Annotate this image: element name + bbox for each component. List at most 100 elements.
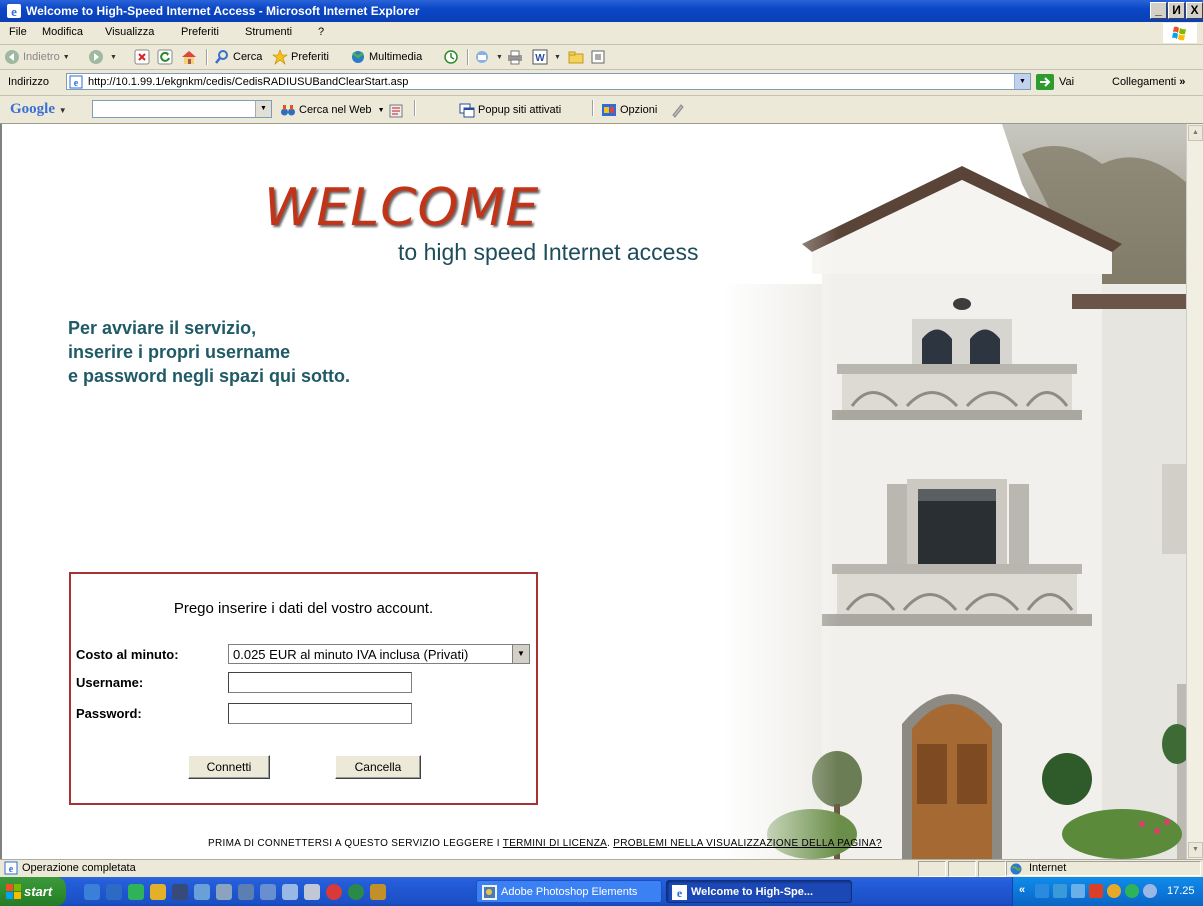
google-logo[interactable]: Google ▼ bbox=[10, 101, 67, 118]
address-input[interactable]: e http://10.1.99.1/ekgnkm/cedis/CedisRAD… bbox=[66, 73, 1031, 90]
mail-button[interactable]: ▼ bbox=[474, 48, 503, 66]
quicklaunch-cmd-icon[interactable] bbox=[172, 884, 188, 900]
security-zone[interactable]: Internet bbox=[1006, 861, 1201, 876]
print-icon[interactable] bbox=[506, 48, 524, 66]
instruction-line: Per avviare il servizio, bbox=[68, 318, 257, 338]
cancel-button[interactable]: Cancella bbox=[335, 755, 421, 779]
vertical-scrollbar[interactable]: ▲ ▼ bbox=[1186, 124, 1203, 859]
login-heading: Prego inserire i dati del vostro account… bbox=[173, 600, 434, 617]
quicklaunch-record-icon[interactable] bbox=[326, 884, 342, 900]
task-photoshop[interactable]: Adobe Photoshop Elements bbox=[476, 880, 662, 903]
options-label: Opzioni bbox=[620, 104, 658, 116]
go-button[interactable]: Vai bbox=[1036, 73, 1074, 91]
chevron-down-icon[interactable]: ▼ bbox=[1014, 74, 1030, 89]
menu-preferiti[interactable]: Preferiti bbox=[181, 26, 219, 38]
chevron-down-icon[interactable]: ▼ bbox=[512, 645, 529, 663]
quicklaunch-messenger-icon[interactable] bbox=[282, 884, 298, 900]
quicklaunch-explorer-icon[interactable] bbox=[194, 884, 210, 900]
cost-select[interactable]: 0.025 EUR al minuto IVA inclusa (Privati… bbox=[228, 644, 530, 664]
tray-security-icon[interactable] bbox=[1089, 884, 1103, 898]
quicklaunch-network-icon[interactable] bbox=[216, 884, 232, 900]
menu-visualizza[interactable]: Visualizza bbox=[105, 26, 154, 38]
tray-update-icon[interactable] bbox=[1107, 884, 1121, 898]
binoculars-icon bbox=[281, 105, 295, 116]
forward-button[interactable]: ▼ bbox=[88, 48, 117, 66]
menu-modifica[interactable]: Modifica bbox=[42, 26, 83, 38]
go-arrow-icon bbox=[1036, 74, 1054, 90]
username-input[interactable] bbox=[228, 672, 412, 693]
welcome-subtitle: to high speed Internet access bbox=[398, 239, 699, 265]
chevron-down-icon: ▼ bbox=[62, 53, 70, 61]
taskbar: start Adobe Photoshop Elements e Welcome… bbox=[0, 877, 1203, 906]
show-hidden-icons-button[interactable]: « bbox=[1019, 884, 1025, 896]
quicklaunch-doc-icon[interactable] bbox=[304, 884, 320, 900]
search-web-button[interactable]: Cerca nel Web ▼ bbox=[280, 101, 385, 119]
menu-strumenti[interactable]: Strumenti bbox=[245, 26, 292, 38]
quicklaunch-app-icon[interactable] bbox=[260, 884, 276, 900]
windows-logo-icon bbox=[1163, 23, 1197, 43]
scroll-down-button[interactable]: ▼ bbox=[1188, 842, 1203, 858]
instruction-line: inserire i propri username bbox=[68, 342, 291, 362]
back-label: Indietro bbox=[23, 51, 60, 63]
edit-button[interactable]: W ▼ bbox=[532, 48, 561, 66]
home-icon[interactable] bbox=[180, 48, 198, 66]
popup-icon bbox=[459, 103, 475, 118]
links-button[interactable]: Collegamenti » bbox=[1112, 76, 1185, 88]
close-button[interactable]: X bbox=[1186, 2, 1203, 19]
search-web-label: Cerca nel Web bbox=[299, 104, 372, 116]
google-search-input[interactable]: ▼ bbox=[92, 100, 272, 118]
quicklaunch-browser-icon[interactable] bbox=[106, 884, 122, 900]
scroll-up-button[interactable]: ▲ bbox=[1188, 125, 1203, 141]
tray-wireless-icon[interactable] bbox=[1053, 884, 1067, 898]
window-title-bar[interactable]: e Welcome to High-Speed Internet Access … bbox=[0, 0, 1203, 22]
news-icon[interactable] bbox=[388, 102, 404, 120]
tray-app-icon[interactable] bbox=[1071, 884, 1085, 898]
options-button[interactable]: Opzioni bbox=[601, 101, 657, 119]
page-icon: e bbox=[4, 861, 18, 875]
quicklaunch-player-icon[interactable] bbox=[150, 884, 166, 900]
menu-file[interactable]: File bbox=[9, 26, 27, 38]
address-url: http://10.1.99.1/ekgnkm/cedis/CedisRADIU… bbox=[88, 76, 409, 88]
favorites-button[interactable]: Preferiti bbox=[272, 48, 329, 66]
license-link[interactable]: TERMINI DI LICENZA bbox=[503, 838, 607, 849]
connect-button[interactable]: Connetti bbox=[188, 755, 270, 779]
quicklaunch-ie-icon[interactable] bbox=[84, 884, 100, 900]
password-input[interactable] bbox=[228, 703, 412, 724]
display-problems-link[interactable]: PROBLEMI NELLA VISUALIZZAZIONE DELLA PAG… bbox=[613, 838, 882, 849]
links-label: Collegamenti bbox=[1112, 76, 1177, 88]
popup-blocker-button[interactable]: Popup siti attivati bbox=[459, 101, 561, 119]
page-viewport[interactable]: WELCOME to high speed Internet access Pe… bbox=[0, 124, 1186, 859]
photoshop-icon bbox=[482, 885, 497, 900]
folder-icon[interactable] bbox=[568, 48, 584, 66]
history-icon[interactable] bbox=[443, 48, 459, 66]
task-ie-window[interactable]: e Welcome to High-Spe... bbox=[666, 880, 852, 903]
zone-label: Internet bbox=[1029, 862, 1067, 874]
quicklaunch-media-icon[interactable] bbox=[128, 884, 144, 900]
back-button[interactable]: Indietro ▼ bbox=[4, 48, 70, 66]
quicklaunch-mail-icon[interactable] bbox=[238, 884, 254, 900]
task-label: Adobe Photoshop Elements bbox=[501, 886, 638, 898]
quicklaunch-figure-icon[interactable] bbox=[370, 884, 386, 900]
tray-network-icon[interactable] bbox=[1035, 884, 1049, 898]
minimize-button[interactable]: _ bbox=[1150, 2, 1167, 19]
start-button[interactable]: start bbox=[0, 877, 66, 906]
menu-help[interactable]: ? bbox=[318, 26, 324, 38]
star-icon bbox=[272, 49, 288, 65]
media-label: Multimedia bbox=[369, 51, 423, 63]
google-logo-text: Google bbox=[10, 101, 55, 117]
search-button[interactable]: Cerca bbox=[214, 48, 262, 66]
refresh-icon[interactable] bbox=[157, 48, 173, 66]
media-button[interactable]: Multimedia bbox=[350, 48, 422, 66]
quicklaunch-green-icon[interactable] bbox=[348, 884, 364, 900]
chevron-down-icon[interactable]: ▼ bbox=[255, 101, 271, 117]
tray-clock-icon[interactable] bbox=[1143, 884, 1157, 898]
popup-label: Popup siti attivati bbox=[478, 104, 562, 116]
task-label: Welcome to High-Spe... bbox=[691, 886, 814, 898]
highlighter-icon[interactable] bbox=[670, 101, 686, 119]
tray-antivirus-icon[interactable] bbox=[1125, 884, 1139, 898]
maximize-button[interactable]: И bbox=[1168, 2, 1185, 19]
stop-icon[interactable] bbox=[134, 48, 150, 66]
svg-text:e: e bbox=[677, 886, 683, 900]
chevron-down-icon: ▼ bbox=[496, 53, 503, 61]
messenger-icon[interactable] bbox=[590, 48, 606, 66]
